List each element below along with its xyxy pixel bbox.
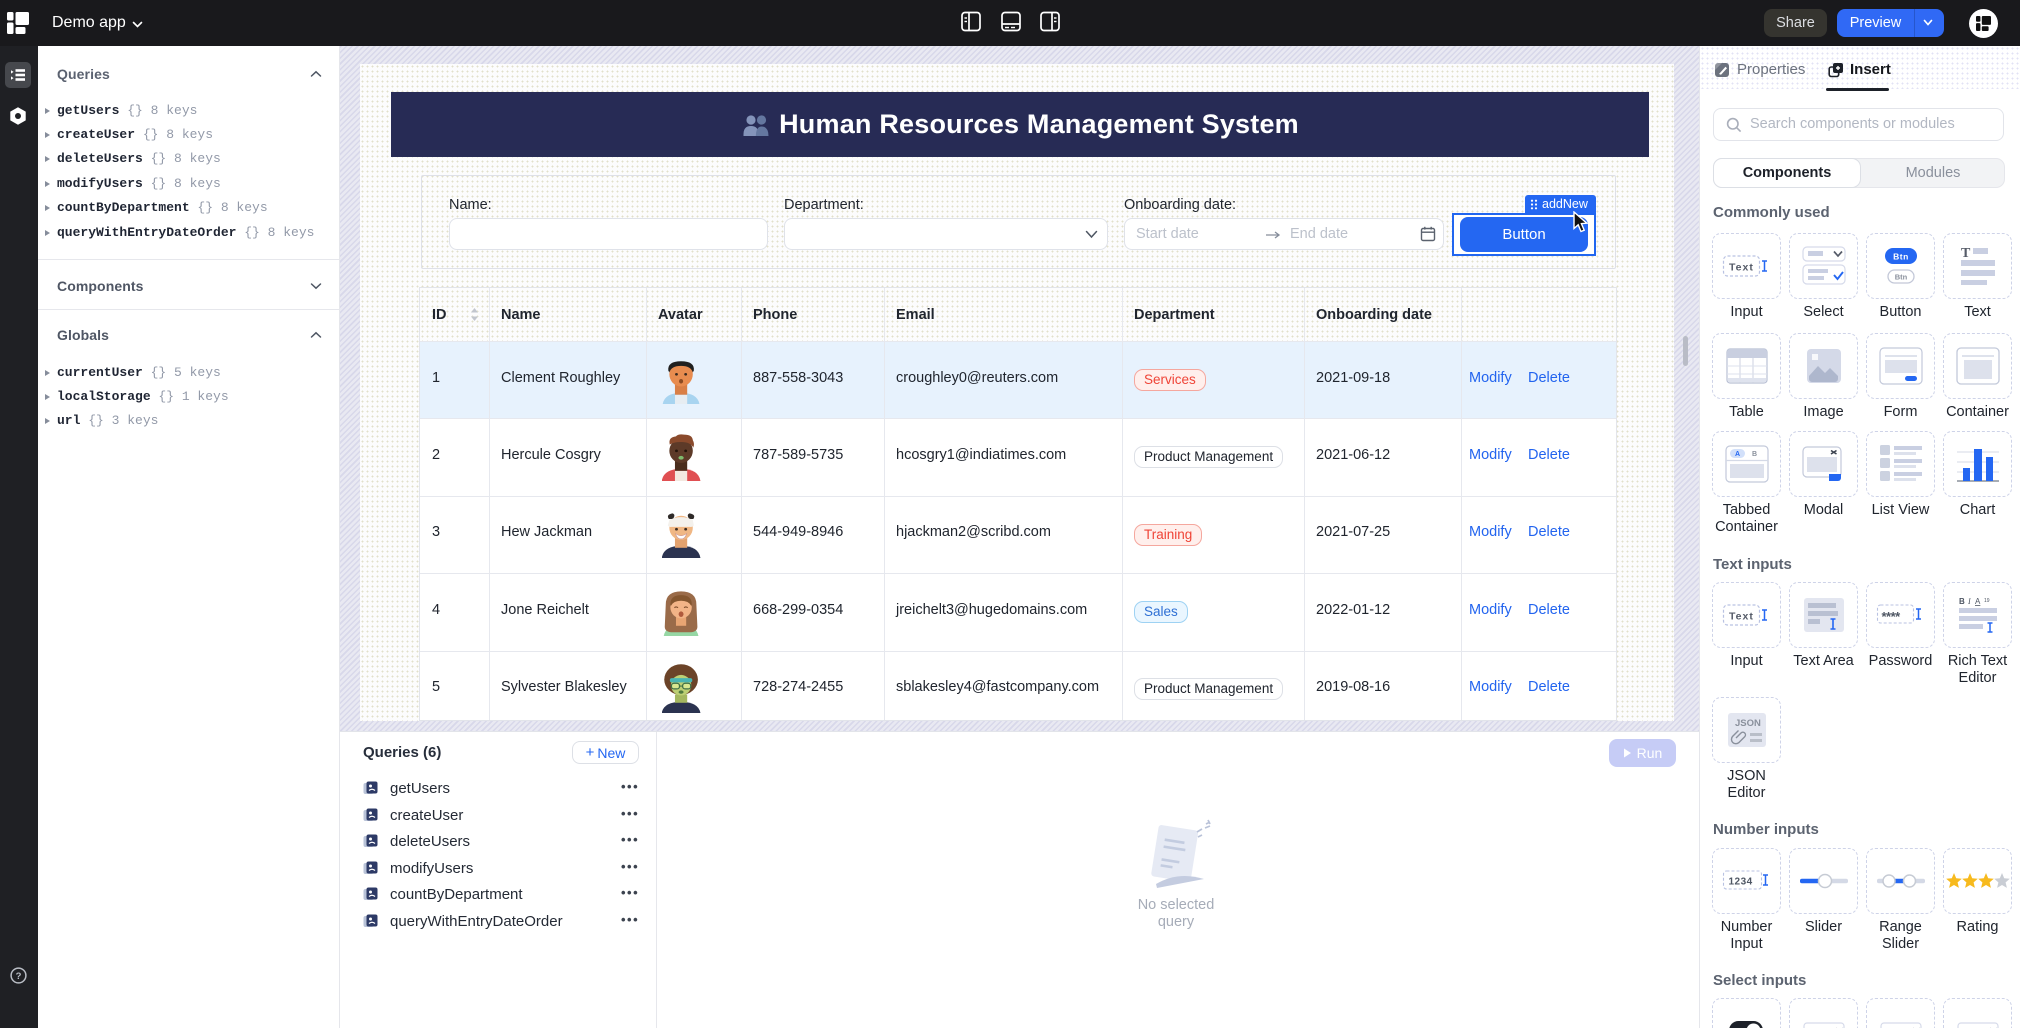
svg-text:Btn: Btn <box>1893 252 1909 262</box>
svg-text:B: B <box>1959 597 1965 606</box>
svg-text:JSON: JSON <box>1735 718 1761 729</box>
svg-text:****: **** <box>1881 609 1901 624</box>
svg-text:1234: 1234 <box>1728 877 1752 888</box>
svg-text:Text: Text <box>1729 262 1754 274</box>
svg-text:B: B <box>1752 451 1757 458</box>
svg-text:19: 19 <box>1984 598 1990 604</box>
svg-text:Text: Text <box>1729 611 1754 623</box>
svg-text:Btn: Btn <box>1894 273 1907 282</box>
svg-text:A: A <box>1734 451 1739 458</box>
svg-text:I: I <box>1967 597 1971 606</box>
svg-text:T: T <box>1961 246 1971 261</box>
svg-text:?: ? <box>16 971 22 982</box>
svg-text:A: A <box>1975 597 1981 606</box>
